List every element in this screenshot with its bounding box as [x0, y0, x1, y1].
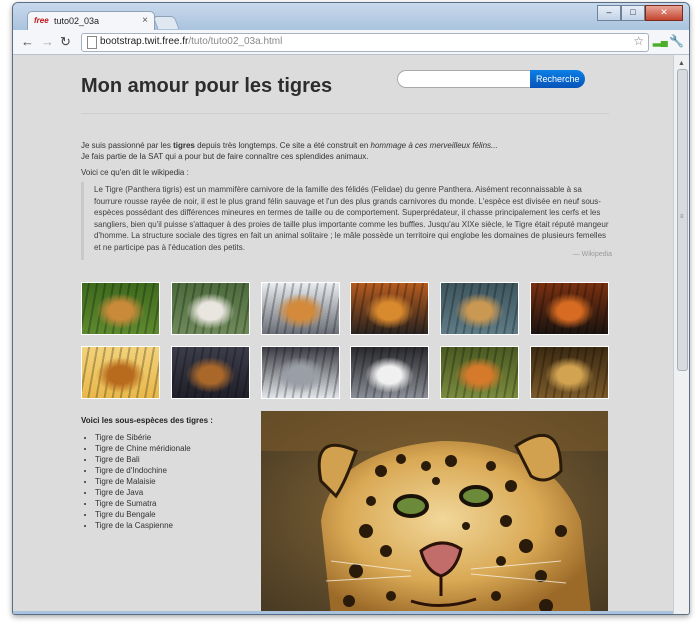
- intro-italic-phrase: hommage à ces merveilleux félins...: [370, 141, 498, 150]
- window-controls: – □ ✕: [597, 5, 683, 21]
- gallery-thumb-tiger-cub-sunlight[interactable]: [81, 346, 160, 399]
- subspecies-title: Voici les sous-espèces des tigres :: [81, 416, 213, 425]
- quote-source: — Wikipedia: [572, 251, 612, 258]
- page-icon: [87, 36, 97, 49]
- maximize-button[interactable]: □: [621, 5, 645, 21]
- scroll-up-arrow-icon[interactable]: ▲: [678, 60, 685, 67]
- subspecies-item: Tigre de Sumatra: [95, 498, 191, 509]
- signal-bars-icon[interactable]: ▂▄: [653, 36, 668, 47]
- subspecies-item: Tigre de Java: [95, 487, 191, 498]
- subspecies-item: Tigre de Chine méridionale: [95, 443, 191, 454]
- browser-window: free tuto02_03a × – □ ✕ ← → ↻ bootstrap.…: [12, 2, 690, 615]
- subspecies-item: Tigre de la Caspienne: [95, 520, 191, 531]
- window-bottom-edge: [13, 611, 673, 614]
- intro-text: Je suis passionné par les tigres depuis …: [81, 140, 621, 162]
- gallery-thumb-tiger-lying-grass[interactable]: [81, 282, 160, 335]
- gallery-thumb-tiger-standing-dark[interactable]: [350, 282, 430, 335]
- subspecies-item: Tigre de d'Indochine: [95, 465, 191, 476]
- gallery-thumb-white-tiger-face[interactable]: [350, 346, 430, 399]
- forward-arrow-icon[interactable]: →: [41, 33, 54, 51]
- url-host: bootstrap.twit.free.fr: [100, 36, 189, 47]
- scroll-thumb[interactable]: ≡: [677, 69, 688, 371]
- gallery-thumb-tiger-on-snow-rocks[interactable]: [260, 282, 340, 335]
- back-arrow-icon[interactable]: ←: [21, 33, 34, 51]
- free-favicon-icon: free: [34, 16, 49, 25]
- url-path: /tuto/tuto02_03a.html: [188, 36, 283, 47]
- gallery-thumb-white-tiger-walking[interactable]: [170, 282, 250, 335]
- page-title: Mon amour pour les tigres: [81, 75, 333, 97]
- gallery-thumb-tiger-at-water[interactable]: [440, 282, 520, 335]
- leopard-face-image: [261, 411, 608, 614]
- gallery-thumb-tiger-face-closeup[interactable]: [530, 282, 609, 335]
- address-bar[interactable]: bootstrap.twit.free.fr/tuto/tuto02_03a.h…: [81, 33, 649, 52]
- header-divider: [81, 113, 609, 114]
- tab-close-icon[interactable]: ×: [142, 15, 148, 26]
- bookmark-star-icon[interactable]: ☆: [633, 34, 644, 48]
- wikipedia-caption: Voici ce qu'en dit le wikipedia :: [81, 168, 189, 177]
- quote-text: Le Tigre (Panthera tigris) est un mammif…: [94, 185, 609, 252]
- intro-text-part: Je suis passionné par les: [81, 141, 174, 150]
- wikipedia-quote: Le Tigre (Panthera tigris) est un mammif…: [81, 182, 612, 260]
- browser-toolbar: ← → ↻ bootstrap.twit.free.fr/tuto/tuto02…: [13, 30, 689, 55]
- intro-line-1: Je suis passionné par les tigres depuis …: [81, 140, 621, 151]
- vertical-scrollbar[interactable]: ▲ ≡: [673, 55, 689, 614]
- intro-bold-word: tigres: [173, 141, 195, 150]
- reload-icon[interactable]: ↻: [60, 33, 71, 51]
- gallery-thumb-tiger-roaring[interactable]: [440, 346, 520, 399]
- close-window-button[interactable]: ✕: [645, 5, 683, 21]
- gallery-thumb-leopard-resting[interactable]: [530, 346, 609, 399]
- page-viewport: Mon amour pour les tigres Recherche Je s…: [13, 55, 673, 614]
- subspecies-item: Tigre de Malaisie: [95, 476, 191, 487]
- leopard-photo: [261, 411, 608, 614]
- title-bar: free tuto02_03a × – □ ✕: [13, 3, 689, 32]
- gallery-thumb-white-tiger-snow[interactable]: [260, 346, 340, 399]
- url-text: bootstrap.twit.free.fr/tuto/tuto02_03a.h…: [100, 36, 282, 47]
- wrench-icon[interactable]: 🔧: [669, 34, 684, 48]
- new-tab-button[interactable]: [152, 16, 180, 29]
- gallery-thumb-tiger-cub-shadow[interactable]: [170, 346, 250, 399]
- subspecies-list: Tigre de SibérieTigre de Chine méridiona…: [83, 432, 191, 531]
- browser-tab[interactable]: free tuto02_03a ×: [27, 11, 155, 32]
- intro-line-2: Je fais partie de la SAT qui a pour but …: [81, 152, 369, 161]
- subspecies-item: Tigre de Bali: [95, 454, 191, 465]
- scroll-grip-icon: ≡: [680, 214, 684, 220]
- intro-text-part: depuis très longtemps. Ce site a été con…: [194, 141, 371, 150]
- tab-title: tuto02_03a: [54, 16, 100, 26]
- subspecies-item: Tigre de Sibérie: [95, 432, 191, 443]
- search-button[interactable]: Recherche: [530, 70, 585, 88]
- search-input[interactable]: [397, 70, 531, 88]
- subspecies-item: Tigre du Bengale: [95, 509, 191, 520]
- minimize-button[interactable]: –: [597, 5, 621, 21]
